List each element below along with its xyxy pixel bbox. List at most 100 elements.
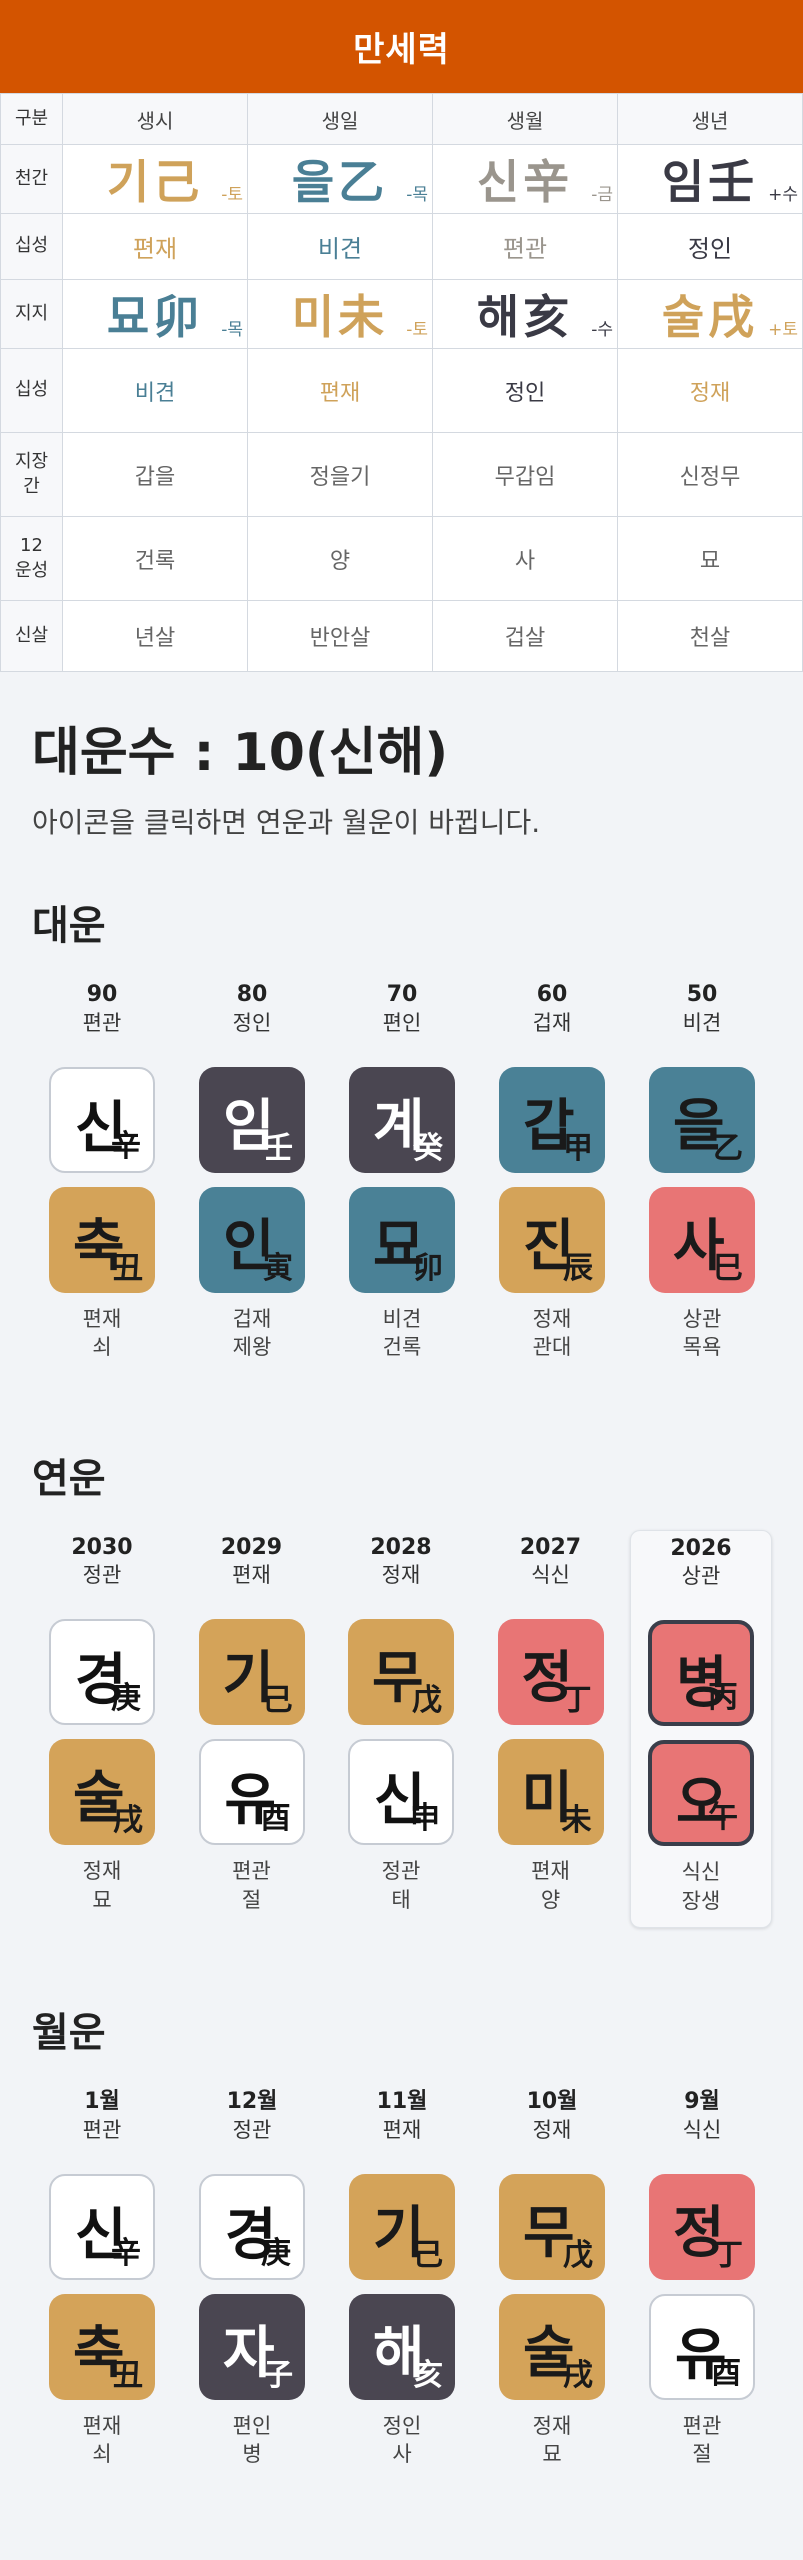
unsung-cell-month: 사	[432, 516, 618, 601]
cheongan-char: 신辛	[476, 155, 574, 209]
wolun-column[interactable]: 9월 식신 정 丁 유 酉 편관 절	[632, 2084, 772, 2481]
daeun-column[interactable]: 70 편인 계 癸 묘 卯 비견 건록	[332, 977, 472, 1374]
wolun-title: 월운	[32, 2010, 106, 2057]
wolun-column-sipsung: 편관	[82, 2117, 122, 2142]
daeun-branch-tile[interactable]: 인寅	[199, 1186, 305, 1293]
yeonun-column-top: 2030	[71, 1534, 133, 1560]
yeonun-grid: 2030 정관 경 庚 술 戌 정재 묘 2029 편재 기 己 유 酉 편관 절 2028 정재 무 戊 신 申 정관 태 2…	[32, 1529, 772, 1929]
branch-hanja: 酉	[260, 1801, 291, 1837]
yeonun-branch-tile[interactable]: 미未	[497, 1739, 604, 1846]
cheongan-element: -목	[406, 185, 428, 205]
branch-hanja: 申	[410, 1801, 440, 1837]
daeun-column-unsung: 제왕	[232, 1335, 272, 1360]
yeonun-column-sipsung-bottom: 편관	[232, 1859, 271, 1884]
yeonun-column[interactable]: 2029 편재 기 己 유 酉 편관 절	[182, 1530, 322, 1929]
wolun-column-top: 10월	[526, 2089, 578, 2115]
yeonun-column[interactable]: 2026 상관 병 丙 오 午 식신 장생	[630, 1529, 772, 1929]
wolun-column[interactable]: 12월 정관 경 庚 자 子 편인 병	[182, 2084, 322, 2481]
wolun-stem-tile[interactable]: 무戊	[499, 2174, 605, 2281]
daeun-column-sipsung-bottom: 겁재	[232, 1306, 272, 1331]
daeun-column-sipsung: 편관	[82, 1010, 122, 1035]
daeun-column[interactable]: 90 편관 신 辛 축 丑 편재 쇠	[32, 977, 172, 1374]
yeonun-branch-tile[interactable]: 유酉	[198, 1739, 305, 1846]
yeonun-stem-tile[interactable]: 경庚	[49, 1619, 155, 1726]
wolun-stem-tile[interactable]: 기己	[349, 2174, 455, 2281]
jiji-cell-hour: 묘卯 -목	[62, 279, 248, 349]
daeun-column[interactable]: 80 정인 임 壬 인 寅 겁재 제왕	[182, 977, 322, 1374]
row-label-sipsung-2: 십성	[0, 348, 63, 433]
stem-hanja: 辛	[111, 2236, 141, 2272]
wolun-branch-tile[interactable]: 술戌	[499, 2294, 605, 2401]
yeonun-branch-tile[interactable]: 신申	[348, 1739, 454, 1846]
branch-hanja: 子	[263, 2358, 293, 2394]
wolun-column[interactable]: 10월 정재 무 戊 술 戌 정재 묘	[482, 2084, 622, 2481]
wolun-branch-tile[interactable]: 축丑	[49, 2294, 155, 2401]
wolun-stem-tile[interactable]: 정丁	[649, 2174, 755, 2281]
wolun-column-sipsung-bottom: 편인	[232, 2414, 272, 2439]
branch-hanja: 午	[708, 1800, 738, 1836]
yeonun-title: 연운	[32, 1455, 106, 1502]
wolun-column-sipsung: 편재	[382, 2117, 422, 2142]
app-header: 만세력	[0, 0, 803, 93]
daeun-stem-tile[interactable]: 을乙	[649, 1066, 755, 1173]
yeonun-stem-tile[interactable]: 무戊	[348, 1619, 454, 1726]
sipsung2-cell-hour: 비견	[62, 348, 248, 433]
daeun-title: 대운	[32, 903, 106, 949]
yeonun-column-top: 2029	[220, 1534, 283, 1560]
jiji-char: 미未	[291, 290, 389, 344]
wolun-column-unsung: 사	[392, 2442, 412, 2467]
yeonun-stem-tile[interactable]: 병丙	[648, 1620, 754, 1727]
daeun-column-sipsung: 편인	[382, 1010, 422, 1035]
daeun-stem-tile[interactable]: 신辛	[49, 1066, 155, 1173]
wolun-column[interactable]: 1월 편관 신 辛 축 丑 편재 쇠	[32, 2084, 172, 2481]
yeonun-column[interactable]: 2028 정재 무 戊 신 申 정관 태	[331, 1530, 471, 1929]
unsung-cell-year: 묘	[617, 516, 803, 601]
yeonun-branch-tile[interactable]: 오午	[648, 1740, 754, 1847]
daeun-column-sipsung-bottom: 편재	[82, 1306, 122, 1331]
daeun-branch-tile[interactable]: 축丑	[49, 1186, 155, 1293]
daeun-column-top: 70	[386, 982, 418, 1007]
cheongan-cell-hour: 기己 -토	[62, 144, 248, 214]
wolun-branch-tile[interactable]: 유酉	[649, 2294, 755, 2401]
stem-hanja: 戊	[412, 1683, 442, 1719]
jiji-char: 묘卯	[106, 290, 204, 344]
header-gubun: 구분	[0, 93, 63, 145]
wolun-column[interactable]: 11월 편재 기 己 해 亥 정인 사	[332, 2084, 472, 2481]
header-year: 생년	[617, 93, 803, 145]
daeun-column[interactable]: 60 겁재 갑 甲 진 辰 정재 관대	[482, 977, 622, 1374]
wolun-column-unsung: 병	[242, 2442, 262, 2467]
sipsung2-cell-month: 정인	[432, 348, 618, 433]
daeun-column[interactable]: 50 비견 을 乙 사 巳 상관 목욕	[632, 977, 772, 1374]
wolun-column-sipsung: 정재	[532, 2117, 572, 2142]
row-label-unsung: 12운성	[0, 516, 63, 601]
header-hour: 생시	[62, 93, 248, 145]
stem-hanja: 癸	[413, 1130, 443, 1166]
wolun-grid: 1월 편관 신 辛 축 丑 편재 쇠 12월 정관 경 庚 자 子 편인 병 11월 편재 기 己 해 亥 정인 사 10월 정재…	[32, 2084, 772, 2481]
daeun-branch-tile[interactable]: 묘卯	[349, 1186, 455, 1293]
header-day: 생일	[247, 93, 433, 145]
branch-hanja: 卯	[413, 1250, 443, 1286]
yeonun-stem-tile[interactable]: 정丁	[497, 1619, 604, 1726]
sinsal-cell-hour: 년살	[62, 600, 248, 672]
daeun-stem-tile[interactable]: 갑甲	[499, 1066, 605, 1173]
branch-hanja: 丑	[113, 1250, 143, 1286]
wolun-column-sipsung: 식신	[682, 2117, 722, 2142]
wolun-branch-tile[interactable]: 자子	[199, 2294, 305, 2401]
yeonun-column[interactable]: 2027 식신 정 丁 미 未 편재 양	[481, 1530, 621, 1929]
sipsung1-cell-hour: 편재	[62, 213, 248, 280]
wolun-branch-tile[interactable]: 해亥	[349, 2294, 455, 2401]
wolun-stem-tile[interactable]: 신辛	[49, 2174, 155, 2281]
daeun-branch-tile[interactable]: 진辰	[499, 1186, 605, 1293]
wolun-stem-tile[interactable]: 경庚	[199, 2174, 305, 2281]
daeun-stem-tile[interactable]: 임壬	[199, 1066, 305, 1173]
yeonun-column[interactable]: 2030 정관 경 庚 술 戌 정재 묘	[32, 1530, 172, 1929]
jiji-char: 해亥	[476, 290, 574, 344]
daeun-column-unsung: 목욕	[682, 1335, 722, 1360]
daeun-stem-tile[interactable]: 계癸	[349, 1066, 455, 1173]
daeun-branch-tile[interactable]: 사巳	[649, 1186, 755, 1293]
yeonun-stem-tile[interactable]: 기己	[198, 1619, 305, 1726]
yeonun-branch-tile[interactable]: 술戌	[49, 1739, 155, 1846]
yeonun-column-sipsung: 상관	[681, 1564, 721, 1589]
stem-hanja: 甲	[563, 1130, 593, 1166]
sinsal-cell-month: 겁살	[432, 600, 618, 672]
